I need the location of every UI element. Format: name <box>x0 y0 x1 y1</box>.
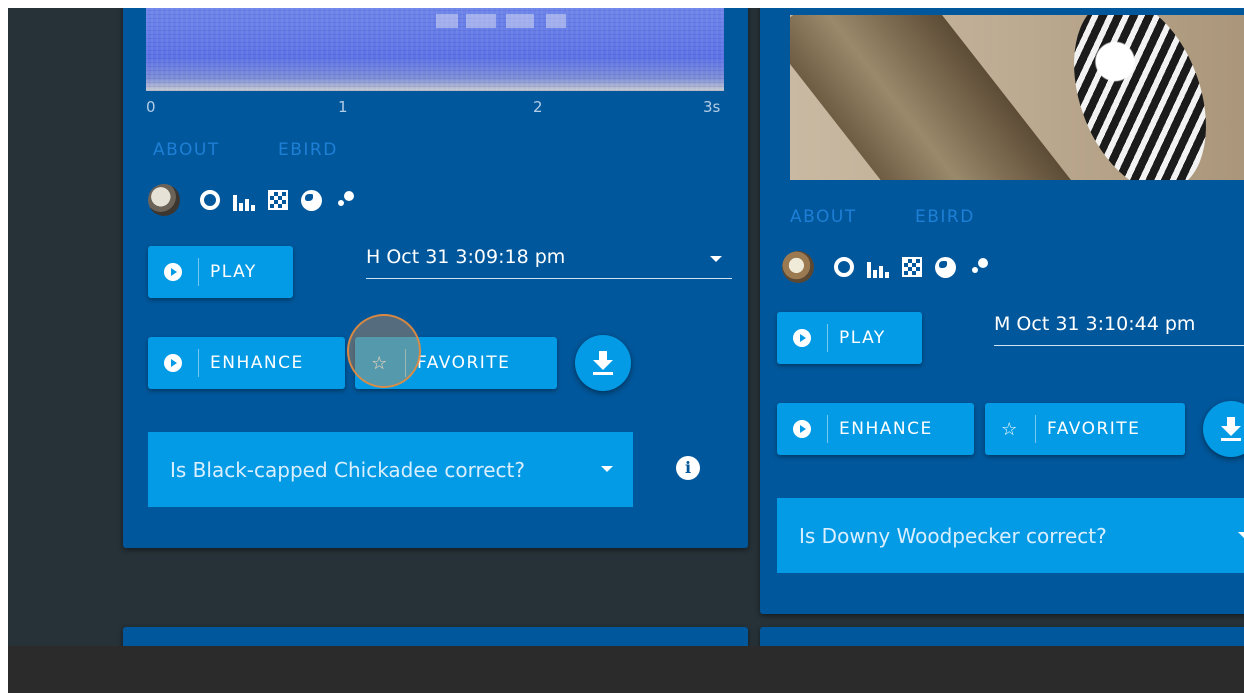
play-label: PLAY <box>210 262 257 282</box>
caret-down-icon <box>1238 532 1244 538</box>
confirm-species-text: Is Black-capped Chickadee correct? <box>170 457 525 482</box>
scatter-dots-icon[interactable] <box>969 256 991 278</box>
ring-chart-icon[interactable] <box>200 190 220 210</box>
favorite-label: FAVORITE <box>1047 419 1141 439</box>
favorite-label: FAVORITE <box>417 353 511 373</box>
axis-tick-0: 0 <box>146 98 156 116</box>
scatter-dots-icon[interactable] <box>335 189 357 211</box>
globe-icon[interactable] <box>935 256 956 278</box>
play-button[interactable]: PLAY <box>148 246 293 298</box>
detection-card-chickadee: 0 1 2 3s ABOUT EBIRD PLAY H Oct 31 3:09:… <box>123 8 748 548</box>
axis-tick-1: 1 <box>338 98 348 116</box>
recording-time-value: H Oct 31 3:09:18 pm <box>366 246 566 268</box>
checker-grid-icon[interactable] <box>268 190 288 210</box>
spectrogram-image[interactable] <box>146 8 724 91</box>
play-button[interactable]: PLAY <box>777 312 922 364</box>
favorite-button[interactable]: ☆ FAVORITE <box>985 403 1185 455</box>
download-icon <box>1220 417 1242 441</box>
confirm-species-select[interactable]: Is Black-capped Chickadee correct? <box>148 432 633 507</box>
play-label: PLAY <box>839 328 886 348</box>
bird-photo[interactable] <box>790 15 1244 180</box>
bar-chart-icon[interactable] <box>233 189 255 211</box>
tool-icon-row <box>148 184 370 216</box>
axis-tick-2: 2 <box>533 98 543 116</box>
download-icon <box>592 351 614 375</box>
play-icon <box>164 263 182 281</box>
recording-time-value: M Oct 31 3:10:44 pm <box>994 313 1196 335</box>
info-icon[interactable]: i <box>676 456 700 480</box>
caret-down-icon <box>601 466 613 472</box>
enhance-button[interactable]: ENHANCE <box>777 403 974 455</box>
enhance-button[interactable]: ENHANCE <box>148 337 345 389</box>
confirm-species-select[interactable]: Is Downy Woodpecker correct? <box>777 498 1244 573</box>
download-button[interactable] <box>575 335 631 391</box>
download-button[interactable] <box>1203 401 1244 457</box>
play-icon <box>164 354 182 372</box>
play-icon <box>793 329 811 347</box>
bottom-bar <box>8 646 1244 693</box>
detection-card-woodpecker: ABOUT EBIRD PLAY M Oct 31 3:10:44 pm ENH… <box>760 8 1244 614</box>
play-icon <box>793 420 811 438</box>
axis-tick-3: 3s <box>703 98 721 116</box>
detection-card-next <box>123 627 748 646</box>
results-list: 0 1 2 3s ABOUT EBIRD PLAY H Oct 31 3:09:… <box>8 8 1244 646</box>
caret-down-icon <box>710 256 722 262</box>
bird-avatar-icon[interactable] <box>148 184 180 216</box>
star-icon: ☆ <box>1001 418 1019 440</box>
recording-time-select[interactable]: M Oct 31 3:10:44 pm <box>994 313 1244 346</box>
recording-time-select[interactable]: H Oct 31 3:09:18 pm <box>366 246 732 279</box>
confirm-species-text: Is Downy Woodpecker correct? <box>799 523 1107 548</box>
ebird-link[interactable]: EBIRD <box>278 140 338 160</box>
about-link[interactable]: ABOUT <box>153 140 220 160</box>
tool-icon-row <box>782 251 1004 283</box>
checker-grid-icon[interactable] <box>902 257 922 277</box>
ring-chart-icon[interactable] <box>834 257 854 277</box>
bird-avatar-icon[interactable] <box>782 251 814 283</box>
enhance-label: ENHANCE <box>839 419 933 439</box>
about-link[interactable]: ABOUT <box>790 207 857 227</box>
globe-icon[interactable] <box>301 189 322 211</box>
bar-chart-icon[interactable] <box>867 256 889 278</box>
detection-card-next <box>760 627 1244 646</box>
enhance-label: ENHANCE <box>210 353 304 373</box>
click-highlight <box>347 314 421 388</box>
ebird-link[interactable]: EBIRD <box>915 207 975 227</box>
